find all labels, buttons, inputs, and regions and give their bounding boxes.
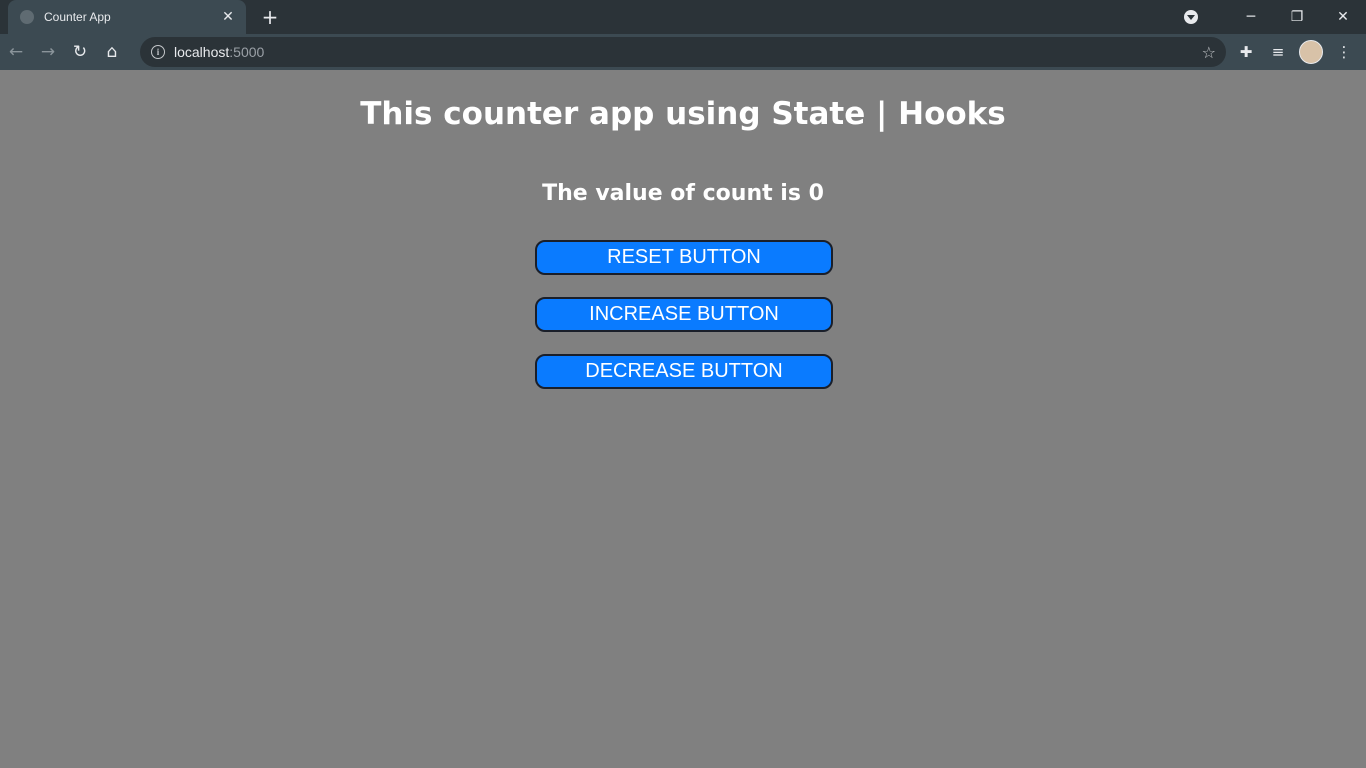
- url-port: :5000: [229, 44, 265, 60]
- toolbar-right: ✚ ≡ ⋮: [1230, 34, 1360, 70]
- close-window-button[interactable]: ✕: [1320, 9, 1366, 25]
- menu-kebab-icon[interactable]: ⋮: [1328, 43, 1360, 61]
- extensions-puzzle-icon[interactable]: ✚: [1230, 43, 1262, 61]
- window-controls: ─ ❐ ✕: [1184, 0, 1366, 34]
- new-tab-button[interactable]: +: [258, 5, 282, 29]
- url-text: localhost:5000: [174, 44, 264, 60]
- tab-close-icon[interactable]: ✕: [220, 9, 236, 25]
- url-host: localhost: [174, 44, 230, 60]
- count-display: The value of count is 0: [542, 181, 824, 206]
- tab-search-icon[interactable]: [1184, 10, 1198, 24]
- bookmark-star-icon[interactable]: ☆: [1202, 43, 1216, 62]
- forward-arrow-icon[interactable]: →: [32, 42, 64, 62]
- globe-icon: [20, 10, 34, 24]
- profile-avatar[interactable]: [1299, 40, 1323, 64]
- page-content: This counter app using State | Hooks The…: [0, 70, 1366, 768]
- reload-icon[interactable]: ↻: [64, 42, 96, 62]
- page-title: This counter app using State | Hooks: [360, 96, 1006, 132]
- minimize-button[interactable]: ─: [1228, 9, 1274, 25]
- reset-button[interactable]: RESET BUTTON: [535, 240, 833, 275]
- media-playlist-icon[interactable]: ≡: [1262, 43, 1294, 61]
- browser-tab[interactable]: Counter App ✕: [8, 0, 246, 34]
- tab-title: Counter App: [44, 10, 111, 24]
- home-icon[interactable]: ⌂: [96, 42, 128, 62]
- decrease-button[interactable]: DECREASE BUTTON: [535, 354, 833, 389]
- site-info-icon[interactable]: i: [151, 45, 165, 59]
- browser-toolbar: ← → ↻ ⌂ i localhost:5000 ☆ ✚ ≡ ⋮: [0, 34, 1366, 70]
- address-bar[interactable]: i localhost:5000 ☆: [140, 37, 1226, 67]
- back-arrow-icon[interactable]: ←: [0, 42, 32, 62]
- restore-button[interactable]: ❐: [1274, 9, 1320, 25]
- increase-button[interactable]: INCREASE BUTTON: [535, 297, 833, 332]
- browser-tabstrip: Counter App ✕ + ─ ❐ ✕: [0, 0, 1366, 34]
